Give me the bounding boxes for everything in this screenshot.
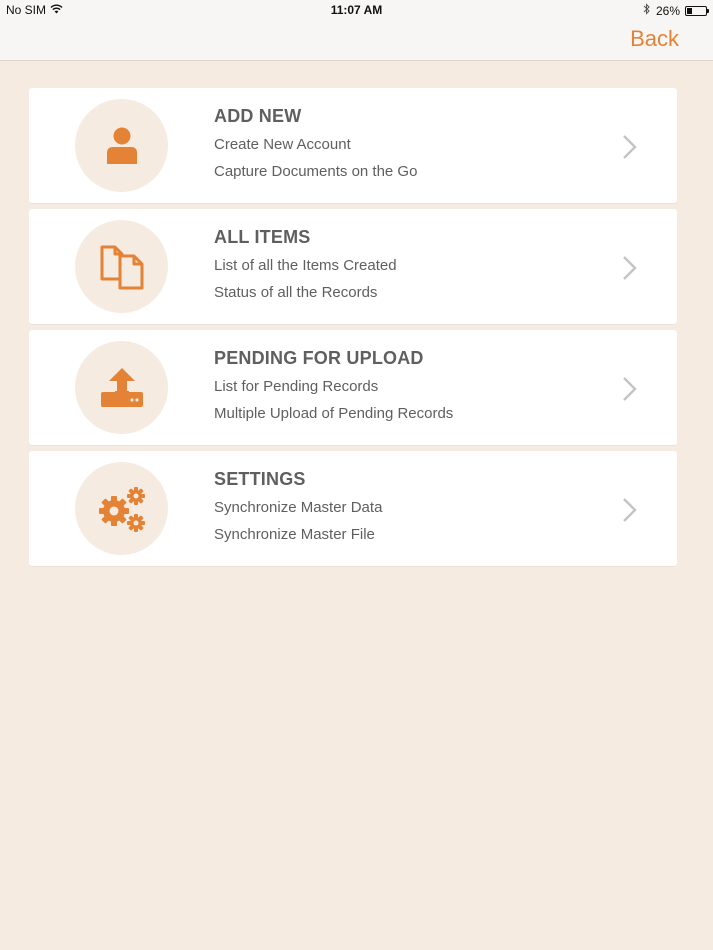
battery-icon [685, 5, 709, 16]
back-button[interactable]: Back [630, 26, 679, 52]
main-menu: ADD NEW Create New Account Capture Docum… [29, 88, 677, 572]
menu-item-subtitle: List for Pending Records [214, 378, 379, 395]
user-icon [75, 99, 168, 192]
status-right: 26% [643, 3, 709, 18]
menu-item-text: ADD NEW Create New Account Capture Docum… [214, 106, 417, 180]
bluetooth-icon [643, 3, 651, 18]
upload-icon [75, 341, 168, 434]
menu-item-title: ALL ITEMS [214, 227, 311, 247]
menu-item-settings[interactable]: SETTINGS Synchronize Master Data Synchro… [29, 451, 677, 566]
menu-item-all-items[interactable]: ALL ITEMS List of all the Items Created … [29, 209, 677, 324]
battery-level [687, 7, 692, 14]
chevron-right-icon [621, 497, 639, 528]
chevron-right-icon [621, 376, 639, 407]
menu-item-subtitle: Multiple Upload of Pending Records [214, 405, 454, 422]
menu-item-subtitle: Synchronize Master Data [214, 499, 383, 516]
menu-item-subtitle: Synchronize Master File [214, 526, 375, 543]
menu-item-subtitle: Create New Account [214, 136, 351, 153]
chevron-right-icon [621, 255, 639, 286]
menu-item-text: SETTINGS Synchronize Master Data Synchro… [214, 469, 382, 543]
menu-item-subtitle: Capture Documents on the Go [214, 163, 418, 180]
status-time: 11:07 AM [330, 3, 383, 17]
menu-item-text: ALL ITEMS List of all the Items Created … [214, 227, 397, 301]
gears-icon [75, 462, 168, 555]
navigation-bar: Back [0, 20, 713, 61]
menu-item-text: PENDING FOR UPLOAD List for Pending Reco… [214, 348, 453, 422]
status-bar: No SIM 11:07 AM 26% [0, 0, 713, 20]
menu-item-add-new[interactable]: ADD NEW Create New Account Capture Docum… [29, 88, 677, 203]
battery-percent: 26% [655, 3, 680, 18]
menu-item-pending-upload[interactable]: PENDING FOR UPLOAD List for Pending Reco… [29, 330, 677, 445]
menu-item-title: SETTINGS [214, 469, 306, 489]
menu-item-subtitle: List of all the Items Created [214, 257, 397, 274]
documents-icon [75, 220, 168, 313]
menu-item-title: PENDING FOR UPLOAD [214, 348, 424, 368]
chevron-right-icon [621, 134, 639, 165]
menu-item-subtitle: Status of all the Records [214, 284, 378, 301]
menu-item-title: ADD NEW [214, 106, 302, 126]
